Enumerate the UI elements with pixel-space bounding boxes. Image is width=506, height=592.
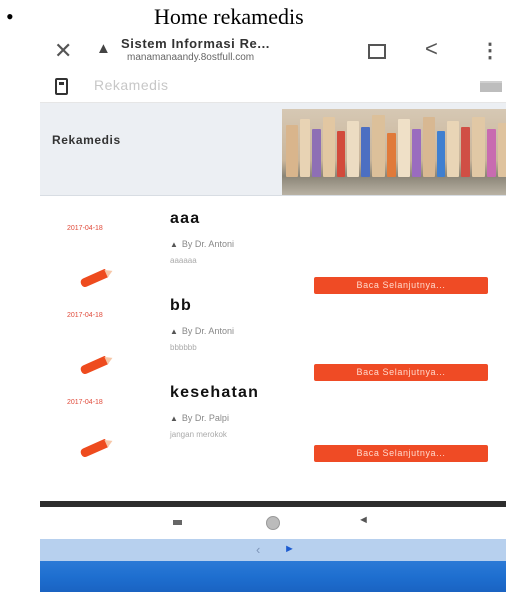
folder-shape [498, 123, 506, 177]
post-author: ▲ By Dr. Antoni [170, 239, 234, 249]
caption-text: Home rekamedis [154, 4, 304, 29]
post-author-name: By Dr. Antoni [181, 239, 234, 249]
folder-shape [347, 121, 359, 177]
post-item: 2017-04-18 bb ▲ By Dr. Antoni bbbbbb Baca… [40, 295, 506, 381]
post-author-name: By Dr. Palpi [181, 413, 229, 423]
person-icon: ▲ [170, 327, 178, 336]
pencil-icon [79, 355, 109, 376]
posts-list: 2017-04-18 aaa ▲ By Dr. Antoni aaaaaa Bac… [40, 198, 506, 498]
post-date: 2017-04-18 [67, 399, 103, 406]
back-icon[interactable]: ◄ [358, 514, 369, 526]
post-item: 2017-04-18 kesehatan ▲ By Dr. Palpi janga… [40, 382, 506, 468]
folder-shape [398, 119, 410, 177]
folder-shape [312, 129, 321, 177]
warning-icon: ▲ [96, 40, 111, 57]
folder-shape [337, 131, 345, 177]
read-more-button[interactable]: Baca Selanjutnya... [314, 364, 488, 381]
post-title[interactable]: aaa [170, 210, 200, 228]
post-item: 2017-04-18 aaa ▲ By Dr. Antoni aaaaaa Bac… [40, 208, 506, 294]
menu-icon[interactable]: ⋮ [480, 38, 500, 63]
post-author: ▲ By Dr. Palpi [170, 413, 229, 423]
folder-shape [372, 115, 385, 177]
post-author-name: By Dr. Antoni [181, 326, 234, 336]
home-icon[interactable] [266, 516, 280, 530]
banner-title: Rekamedis [52, 133, 121, 147]
banner-image [282, 109, 506, 195]
close-icon[interactable]: ✕ [54, 38, 72, 64]
folder-shape [412, 129, 421, 177]
prev-icon[interactable]: ‹ [256, 542, 260, 557]
pager-strip: ‹ ► [40, 539, 506, 561]
document-caption: • Home rekamedis [0, 4, 506, 32]
banner: Rekamedis [40, 103, 506, 196]
tabs-icon[interactable] [368, 44, 386, 59]
caption-bullet: • [6, 4, 14, 29]
site-brand[interactable]: Rekamedis [94, 77, 169, 93]
post-title[interactable]: kesehatan [170, 384, 259, 402]
folder-shape [300, 119, 310, 177]
folder-shape [472, 117, 485, 177]
share-icon[interactable]: < [425, 36, 438, 62]
post-title[interactable]: bb [170, 297, 192, 315]
folder-shape [437, 131, 445, 177]
folder-shape [387, 133, 396, 177]
folder-shape [487, 129, 496, 177]
post-date: 2017-04-18 [67, 225, 103, 232]
browser-toolbar: ✕ ▲ Sistem Informasi Re... manamanaandy.… [40, 34, 506, 70]
hamburger-icon[interactable] [480, 81, 502, 92]
browser-url[interactable]: manamanaandy.8ostfull.com [127, 52, 254, 63]
folder-shape [423, 117, 435, 177]
logo-icon[interactable] [55, 78, 68, 95]
folder-shape [323, 117, 335, 177]
read-more-button[interactable]: Baca Selanjutnya... [314, 277, 488, 294]
pencil-icon [79, 268, 109, 289]
next-icon[interactable]: ► [284, 543, 295, 555]
folder-shape [447, 121, 459, 177]
folder-shape [461, 127, 470, 177]
read-more-button[interactable]: Baca Selanjutnya... [314, 445, 488, 462]
person-icon: ▲ [170, 240, 178, 249]
folder-shape [286, 125, 298, 177]
android-nav-bar: ◄ [40, 507, 506, 539]
post-excerpt: bbbbbb [170, 343, 197, 352]
pencil-icon [79, 438, 109, 459]
person-icon: ▲ [170, 414, 178, 423]
site-header: Rekamedis [40, 72, 506, 103]
post-date: 2017-04-18 [67, 312, 103, 319]
post-excerpt: aaaaaa [170, 256, 197, 265]
recents-icon[interactable] [173, 520, 182, 525]
taskbar [40, 561, 506, 592]
post-author: ▲ By Dr. Antoni [170, 326, 234, 336]
folder-shape [361, 127, 370, 177]
browser-tab-title: Sistem Informasi Re... [121, 36, 271, 51]
post-excerpt: jangan merokok [170, 430, 227, 439]
